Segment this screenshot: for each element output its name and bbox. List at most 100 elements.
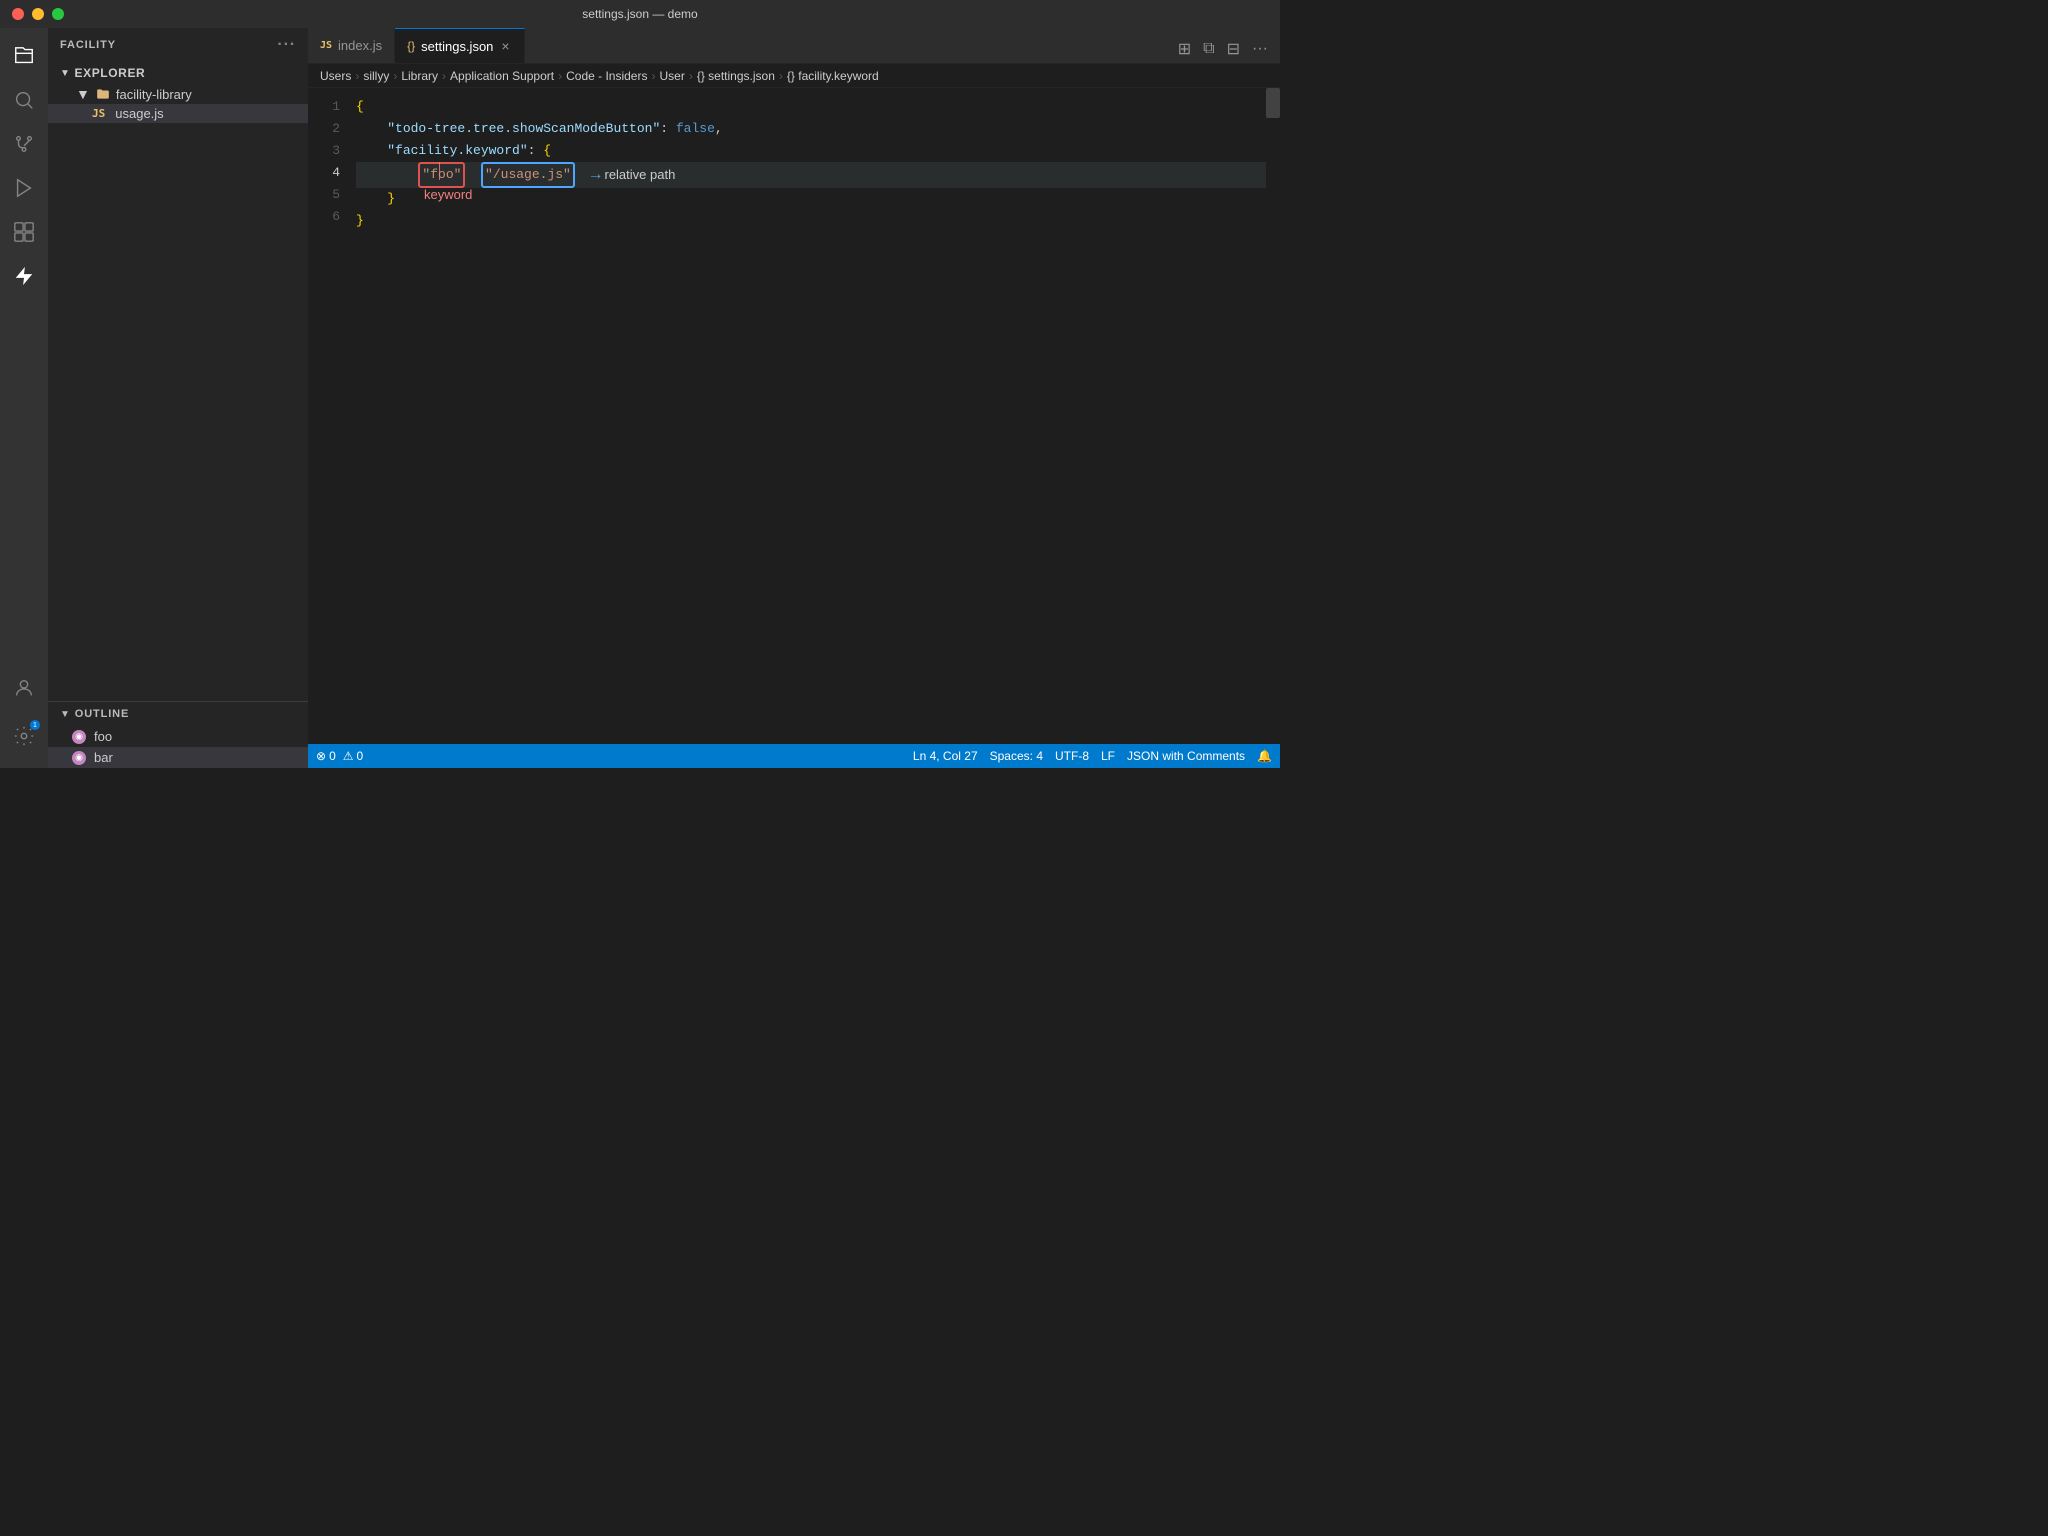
explorer-label: EXPLORER — [75, 66, 146, 80]
code-line-1: { — [356, 96, 1266, 118]
outline-item-bar[interactable]: ◉ bar — [48, 747, 308, 768]
tab-bar: JS index.js {} settings.json × ⊞ ⧉ ⊟ ··· — [308, 28, 1280, 64]
line-numbers: 1 2 3 4 5 6 — [308, 88, 348, 744]
status-ln-col[interactable]: Ln 4, Col 27 — [913, 749, 978, 763]
line-num-2: 2 — [308, 118, 340, 140]
status-encoding[interactable]: UTF-8 — [1055, 749, 1089, 763]
folder-name: facility-library — [116, 87, 192, 102]
maximize-button[interactable] — [52, 8, 64, 20]
activity-account-icon[interactable] — [4, 668, 44, 708]
token-key-facility: "facility.keyword" — [387, 140, 527, 162]
relative-path-label: relative path — [604, 164, 675, 186]
warning-count: 0 — [357, 749, 364, 763]
tab-actions: ⊞ ⧉ ⊟ ··· — [1174, 35, 1280, 63]
folder-icon: ▼ — [76, 86, 90, 102]
status-eol[interactable]: LF — [1101, 749, 1115, 763]
outline-bar-icon: ◉ — [72, 751, 86, 765]
minimize-button[interactable] — [32, 8, 44, 20]
activity-settings-icon[interactable]: 1 — [4, 716, 44, 756]
warning-icon: ⚠ — [343, 749, 354, 763]
status-spaces[interactable]: Spaces: 4 — [990, 749, 1043, 763]
explorer-title[interactable]: ▼ EXPLORER — [48, 62, 308, 84]
sidebar-more-button[interactable]: ··· — [277, 36, 296, 54]
outline-foo-label: foo — [94, 729, 112, 744]
sidebar-title: FACILITY — [60, 39, 116, 51]
breadcrumb-sillyy[interactable]: sillyy — [363, 69, 389, 83]
token-key-todo: "todo-tree.tree.showScanModeButton" — [387, 118, 660, 140]
folder-item-facility-library[interactable]: ▼ facility-library — [48, 84, 308, 104]
error-count: 0 — [329, 749, 336, 763]
breadcrumb-code-insiders[interactable]: Code - Insiders — [566, 69, 647, 83]
code-editor[interactable]: 1 2 3 4 5 6 { "todo-tree.tree.showScanMo… — [308, 88, 1280, 744]
activity-lightning-icon[interactable] — [4, 256, 44, 296]
activity-explorer-icon[interactable] — [4, 36, 44, 76]
breadcrumb-application-support[interactable]: Application Support — [450, 69, 554, 83]
js-file-icon: JS — [92, 107, 105, 120]
tab-index-js-icon: JS — [320, 40, 332, 51]
status-left: ⊗ 0 ⚠ 0 — [316, 749, 363, 763]
cursor-annotation — [439, 162, 440, 180]
code-line-2: "todo-tree.tree.showScanModeButton" : fa… — [356, 118, 1266, 140]
activity-search-icon[interactable] — [4, 80, 44, 120]
eol-label: LF — [1101, 749, 1115, 763]
editor-area: JS index.js {} settings.json × ⊞ ⧉ ⊟ ···… — [308, 28, 1280, 768]
outline-label: OUTLINE — [75, 708, 129, 720]
status-errors[interactable]: ⊗ 0 ⚠ 0 — [316, 749, 363, 763]
outline-section: ▼ OUTLINE ◉ foo ◉ bar — [48, 701, 308, 768]
line-num-5: 5 — [308, 184, 340, 206]
more-actions-button[interactable]: ··· — [1248, 36, 1272, 62]
outline-foo-icon: ◉ — [72, 730, 86, 744]
status-right: Ln 4, Col 27 Spaces: 4 UTF-8 LF JSON wit… — [913, 749, 1272, 763]
breadcrumb-users[interactable]: Users — [320, 69, 351, 83]
code-line-3: "facility.keyword" : { — [356, 140, 1266, 162]
code-line-4: "foo" "/usage.js" → relative path — [356, 162, 1266, 188]
code-content[interactable]: { "todo-tree.tree.showScanModeButton" : … — [348, 88, 1266, 744]
editor-scrollbar[interactable] — [1266, 88, 1280, 744]
spaces-label: Spaces: 4 — [990, 749, 1043, 763]
outline-header[interactable]: ▼ OUTLINE — [48, 702, 308, 726]
titlebar: settings.json — demo — [0, 0, 1280, 28]
outline-item-foo[interactable]: ◉ foo — [48, 726, 308, 747]
open-editors-button[interactable]: ⊞ — [1174, 35, 1195, 63]
traffic-lights[interactable] — [12, 8, 64, 20]
status-feedback[interactable]: 🔔 — [1257, 749, 1272, 763]
tab-settings-json-icon: {} — [407, 39, 415, 53]
token-close-brace-2: } — [356, 210, 364, 232]
breadcrumb: Users › sillyy › Library › Application S… — [308, 64, 1280, 88]
token-close-brace-1: } — [387, 188, 395, 210]
sidebar-header: FACILITY ··· — [48, 28, 308, 62]
arrow-icon: → — [591, 164, 601, 186]
activity-run-icon[interactable] — [4, 168, 44, 208]
tab-index-js[interactable]: JS index.js — [308, 28, 395, 63]
outline-bar-label: bar — [94, 750, 113, 765]
breadcrumb-library[interactable]: Library — [401, 69, 438, 83]
tab-index-js-label: index.js — [338, 38, 382, 53]
editor-layout-button[interactable]: ⊟ — [1223, 35, 1244, 63]
tab-close-button[interactable]: × — [499, 36, 511, 56]
status-bar: ⊗ 0 ⚠ 0 Ln 4, Col 27 Spaces: 4 UTF-8 LF — [308, 744, 1280, 768]
explorer-section: ▼ EXPLORER ▼ facility-library JS usage.j… — [48, 62, 308, 701]
activity-extensions-icon[interactable] — [4, 212, 44, 252]
file-item-usage-js[interactable]: JS usage.js — [48, 104, 308, 123]
tab-settings-json[interactable]: {} settings.json × — [395, 28, 524, 63]
folder-open-icon — [96, 87, 110, 101]
close-button[interactable] — [12, 8, 24, 20]
explorer-chevron-icon: ▼ — [60, 68, 71, 79]
keyword-annotation: keyword — [424, 184, 472, 206]
settings-badge: 1 — [30, 720, 40, 730]
line-num-6: 6 — [308, 206, 340, 228]
annotation-usage-box: "/usage.js" — [481, 162, 575, 188]
activity-source-control-icon[interactable] — [4, 124, 44, 164]
app-container: 1 FACILITY ··· ▼ EXPLORER ▼ facility-lib… — [0, 28, 1280, 768]
split-editor-button[interactable]: ⧉ — [1199, 36, 1218, 62]
breadcrumb-settings-json[interactable]: {} settings.json — [697, 69, 775, 83]
token-open-brace-2: { — [543, 140, 551, 162]
status-language[interactable]: JSON with Comments — [1127, 749, 1245, 763]
line-num-1: 1 — [308, 96, 340, 118]
error-icon: ⊗ — [316, 749, 326, 763]
activity-bottom: 1 — [4, 668, 44, 768]
breadcrumb-facility-keyword[interactable]: {} facility.keyword — [787, 69, 879, 83]
line-num-3: 3 — [308, 140, 340, 162]
breadcrumb-user[interactable]: User — [659, 69, 684, 83]
ln-col-label: Ln 4, Col 27 — [913, 749, 978, 763]
